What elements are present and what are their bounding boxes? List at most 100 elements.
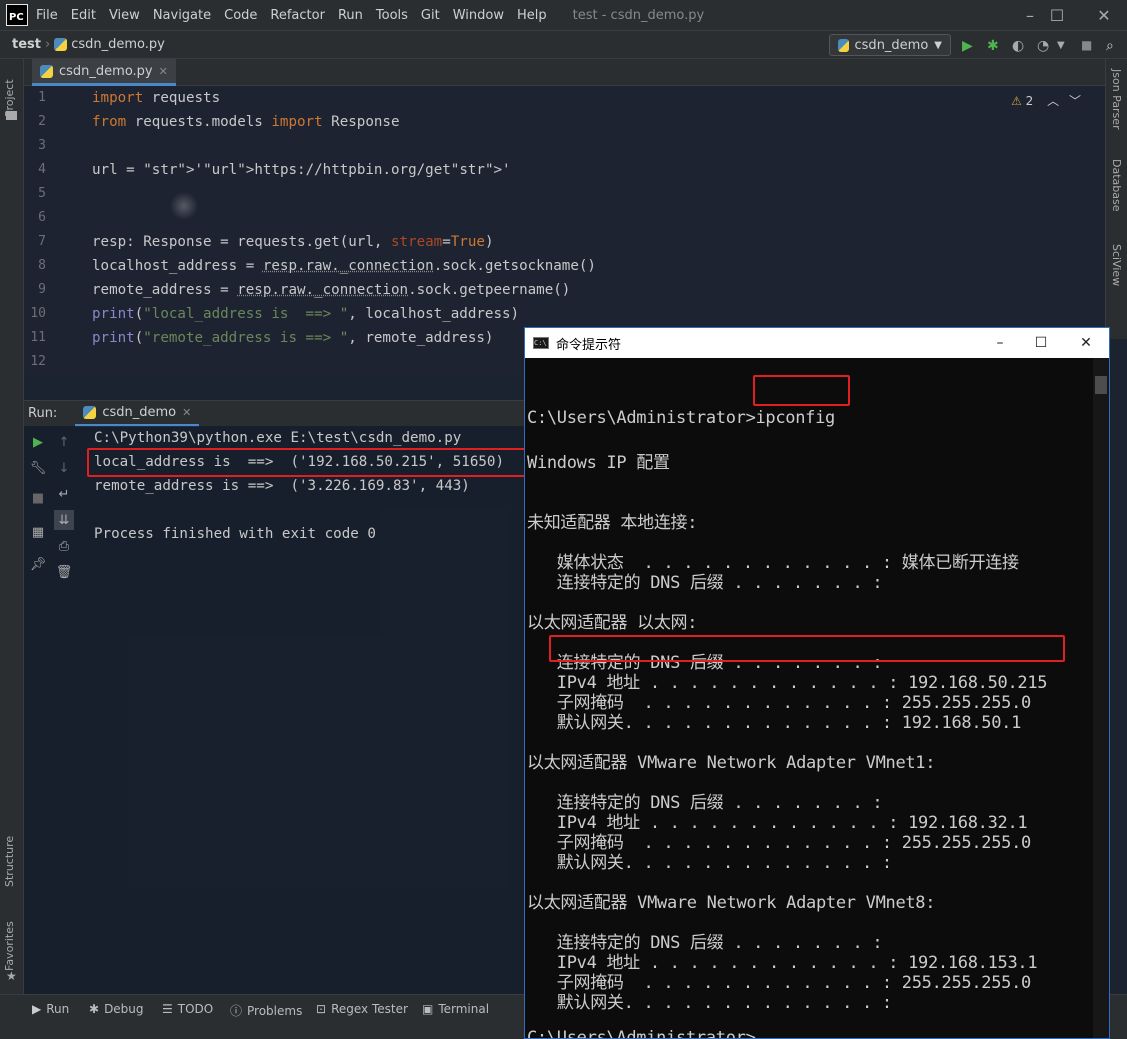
menu-item-git[interactable]: Git [421,8,440,23]
next-highlight-icon[interactable]: ﹀ [1069,94,1081,108]
breadcrumb-file[interactable]: csdn_demo.py [71,37,165,52]
navigation-bar: test › csdn_demo.py csdn_demo ▼ ▶ ✱ ◐ ◔ … [0,31,1127,59]
sciview-tool-tab[interactable]: SciView [1110,244,1123,286]
terminal-tool-tab[interactable]: ▣ Terminal [422,1002,489,1016]
terminal-icon: ▣ [422,1002,434,1016]
run-panel-label: Run: [28,406,58,421]
stop-icon[interactable]: ■ [28,488,48,508]
console-line: remote_address is ==> ('3.226.169.83', 4… [94,478,470,494]
debug-tool-tab[interactable]: ✱ Debug [89,1002,144,1016]
inspection-indicator[interactable]: ⚠ 2 ︿ ﹀ [1011,92,1081,109]
bug-icon: ✱ [89,1002,100,1016]
cmd-title-bar[interactable]: C:\ 命令提示符 – ☐ ✕ [525,328,1109,358]
debug-icon[interactable]: ✱ [987,38,999,54]
command-prompt-window[interactable]: C:\ 命令提示符 – ☐ ✕ C:\Users\Administrator>i… [524,327,1110,1039]
cmd-line: C:\Users\Administrator> [527,1028,756,1038]
code-line[interactable]: url = "str">'"url">https://httpbin.org/g… [92,162,511,178]
menu-item-refactor[interactable]: Refactor [270,8,325,23]
menu-item-file[interactable]: File [36,8,58,23]
menu-item-run[interactable]: Run [338,8,363,23]
database-tool-tab[interactable]: Database [1110,159,1123,212]
run-configuration-select[interactable]: csdn_demo ▼ [829,34,951,56]
menu-item-window[interactable]: Window [453,8,504,23]
search-icon[interactable]: ⌕ [1106,38,1114,54]
layout-icon[interactable]: ▦ [28,522,48,542]
python-icon [838,38,849,52]
code-line[interactable]: print("remote_address is ==> ", remote_a… [92,330,493,346]
run-configuration-label: csdn_demo [854,37,929,53]
menu-item-code[interactable]: Code [224,8,257,23]
menu-item-edit[interactable]: Edit [71,8,96,23]
more-run-options-icon[interactable]: ▼ [1057,40,1065,51]
coverage-icon[interactable]: ◐ [1012,38,1024,54]
trash-icon[interactable]: 🗑︎ [54,562,74,582]
console-line: Process finished with exit code 0 [94,526,376,542]
up-arrow-icon[interactable]: ↑ [54,432,74,452]
close-tab-icon[interactable]: ✕ [159,65,168,78]
cmd-close-button[interactable]: ✕ [1063,328,1109,358]
favorites-tool-tab[interactable]: Favorites [3,921,16,971]
maximize-button[interactable]: ☐ [1034,0,1080,31]
line-number: 2 [38,114,46,129]
line-number: 4 [38,162,46,177]
cmd-scrollbar[interactable] [1093,358,1109,1038]
run-icon: ▶ [32,1002,42,1016]
editor-tab-label: csdn_demo.py [59,63,153,79]
structure-tool-tab[interactable]: Structure [3,836,16,887]
window-title: test - csdn_demo.py [572,7,705,23]
chevron-down-icon: ▼ [934,39,942,51]
cmd-line: 以太网适配器 以太网: [527,613,698,633]
scroll-to-end-icon[interactable]: ⇊ [54,510,74,530]
line-number: 12 [30,354,46,369]
editor-tab-csdn-demo[interactable]: csdn_demo.py ✕ [32,59,176,86]
down-arrow-icon[interactable]: ↓ [54,458,74,478]
list-icon: ☰ [162,1002,173,1016]
cmd-line: 未知适配器 本地连接: [527,513,698,533]
code-line[interactable]: remote_address = resp.raw._connection.so… [92,282,570,298]
code-line[interactable]: localhost_address = resp.raw._connection… [92,258,596,274]
menu-item-help[interactable]: Help [517,8,547,23]
highlight-ipconfig-command [753,375,850,406]
breadcrumb-project[interactable]: test [12,37,41,52]
todo-tool-tab[interactable]: ☰ TODO [162,1002,213,1016]
run-icon[interactable]: ▶ [962,38,973,54]
cmd-console-output[interactable]: C:\Users\Administrator>ipconfig Windows I… [525,358,1093,1038]
previous-highlight-icon[interactable]: ︿ [1047,94,1059,108]
cmd-line: 连接特定的 DNS 后缀 . . . . . . . : [527,573,883,593]
code-line[interactable]: from requests.models import Response [92,114,400,130]
close-run-tab-icon[interactable]: ✕ [182,406,191,419]
cmd-line: 以太网适配器 VMware Network Adapter VMnet1: [527,753,936,773]
run-tool-tab[interactable]: ▶ Run [32,1002,69,1016]
profile-icon[interactable]: ◔ [1037,38,1049,54]
right-tool-strip: Json Parser Database SciView [1105,59,1127,339]
code-line[interactable]: print("local_address is ==> ", localhost… [92,306,519,322]
cmd-maximize-button[interactable]: ☐ [1018,328,1064,358]
close-button[interactable]: ✕ [1081,0,1127,31]
highlight-local-address [87,448,527,477]
cmd-scrollbar-thumb[interactable] [1095,376,1107,394]
stop-icon[interactable]: ■ [1081,38,1092,52]
highlight-ipv4-address [549,635,1065,662]
menu-item-navigate[interactable]: Navigate [153,8,211,23]
wrench-icon[interactable]: 🔧︎ [28,458,48,478]
json-parser-tool-tab[interactable]: Json Parser [1110,69,1123,130]
print-icon[interactable]: ⎙ [54,536,74,556]
cmd-line: 默认网关. . . . . . . . . . . . . : [527,853,892,873]
run-tab-csdn-demo[interactable]: csdn_demo ✕ [75,401,200,427]
problems-tool-tab[interactable]: ⓘ Problems [230,1002,302,1019]
rerun-icon[interactable]: ▶ [28,432,48,452]
pin-icon[interactable]: 📌︎ [28,554,48,574]
line-number: 9 [38,282,46,297]
cmd-minimize-button[interactable]: – [977,328,1023,358]
menu-item-tools[interactable]: Tools [376,8,408,23]
regex-tester-tool-tab[interactable]: ⊡ Regex Tester [316,1002,408,1016]
star-icon: ★ [6,969,17,983]
pycharm-logo: PC [6,4,28,26]
info-icon: ⓘ [230,1004,243,1018]
menu-item-view[interactable]: View [109,8,140,23]
cmd-line: 默认网关. . . . . . . . . . . . . : 192.168.… [527,713,1022,733]
code-line[interactable]: resp: Response = requests.get(url, strea… [92,234,493,250]
cmd-window-title: 命令提示符 [556,337,622,353]
code-line[interactable]: import requests [92,90,220,106]
soft-wrap-icon[interactable]: ↵ [54,484,74,504]
